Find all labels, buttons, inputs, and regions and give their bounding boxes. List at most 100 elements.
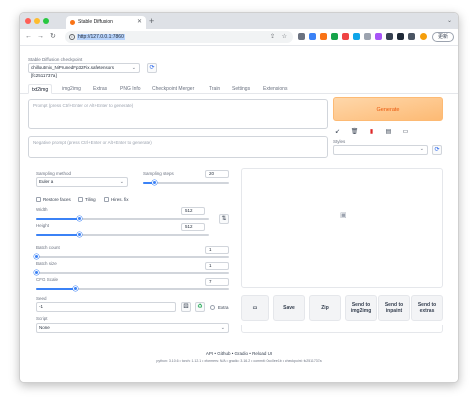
tab-extensions[interactable]: Extensions: [263, 84, 287, 94]
url-text: http://127.0.0.1:7860: [77, 34, 125, 40]
seed-value: -1: [39, 304, 44, 309]
checkpoint-label: Stable Diffusion checkpoint: [28, 57, 83, 62]
checkpoint-select[interactable]: chilloutmix_NiPrunedFp32Fix.safetensors …: [28, 63, 140, 78]
batch-size-slider[interactable]: [34, 270, 229, 275]
tab-img2img[interactable]: img2img: [62, 84, 81, 94]
more-menu-icon[interactable]: ⋮: [456, 32, 458, 40]
hires-fix-label: Hires. fix: [111, 197, 129, 202]
maximize-window-button[interactable]: [43, 18, 49, 24]
arrow-down-left-icon[interactable]: ↙: [333, 128, 342, 137]
batch-count-input[interactable]: 1: [205, 246, 229, 254]
prompt-input[interactable]: Prompt (press Ctrl+Enter or Alt+Enter to…: [28, 99, 328, 129]
trash-icon[interactable]: 🗑: [350, 128, 359, 137]
tab-train[interactable]: Train: [209, 84, 220, 94]
height-label: Height: [36, 223, 50, 228]
slider-knob[interactable]: [34, 270, 39, 275]
save-style-icon[interactable]: ▭: [401, 128, 410, 137]
extensions-puzzle-icon[interactable]: [397, 33, 404, 40]
tab-extras[interactable]: Extras: [93, 84, 107, 94]
sampling-steps-input[interactable]: 20: [205, 170, 229, 178]
chevron-down-icon: ⌄: [419, 146, 424, 152]
cfg-scale-slider[interactable]: [36, 286, 229, 291]
width-slider[interactable]: [36, 216, 209, 221]
site-info-icon[interactable]: i: [69, 34, 75, 40]
forward-icon[interactable]: →: [37, 32, 44, 42]
cfg-scale-input[interactable]: 7: [205, 278, 229, 286]
favicon-icon: [70, 20, 75, 25]
tiling-checkbox[interactable]: [78, 197, 83, 202]
extension-icon[interactable]: [342, 33, 349, 40]
negative-prompt-input[interactable]: Negative prompt (press Ctrl+Enter or Alt…: [28, 136, 328, 158]
seed-input[interactable]: -1: [36, 302, 176, 312]
slider-knob[interactable]: [77, 232, 83, 237]
reuse-seed-recycle-icon[interactable]: ♻: [195, 302, 205, 312]
tab-settings[interactable]: Settings: [232, 84, 250, 94]
sidebar-icon[interactable]: [408, 33, 415, 40]
seed-label: Seed: [36, 296, 47, 301]
bookmark-star-icon[interactable]: ☆: [282, 31, 287, 43]
sampling-method-select[interactable]: Euler a ⌄: [36, 177, 128, 187]
slider-knob[interactable]: [34, 254, 39, 259]
height-input[interactable]: 512: [181, 223, 205, 231]
main-tabs: txt2img img2img Extras PNG Info Checkpoi…: [20, 84, 458, 94]
apply-styles-button[interactable]: ⟳: [432, 145, 442, 155]
extension-icon[interactable]: [375, 33, 382, 40]
zip-button[interactable]: Zip: [309, 295, 341, 321]
extension-icon[interactable]: [353, 33, 360, 40]
generate-button[interactable]: Generate: [333, 97, 443, 121]
script-label: Script: [36, 316, 48, 321]
extension-icon[interactable]: [386, 33, 393, 40]
restore-faces-checkbox[interactable]: [36, 197, 41, 202]
back-icon[interactable]: ←: [25, 32, 32, 42]
chevron-down-icon: ⌄: [131, 65, 136, 71]
tab-list-chevron-icon[interactable]: ⌄: [447, 15, 452, 27]
random-seed-dice-icon[interactable]: ⚄: [181, 302, 191, 312]
styles-select[interactable]: ⌄: [333, 145, 428, 155]
extra-seed-checkbox[interactable]: [210, 305, 215, 310]
tab-title: Stable Diffusion: [78, 19, 113, 25]
browser-tab[interactable]: Stable Diffusion ✕: [66, 16, 146, 29]
slider-knob[interactable]: [77, 216, 83, 221]
batch-count-slider[interactable]: [34, 254, 229, 259]
webui-page: Stable Diffusion checkpoint chilloutmix_…: [20, 46, 458, 382]
extra-label: Extra: [218, 305, 229, 310]
sampling-steps-slider[interactable]: [143, 180, 229, 185]
close-tab-icon[interactable]: ✕: [137, 16, 142, 29]
tab-txt2img[interactable]: txt2img: [28, 84, 53, 94]
update-button[interactable]: 更新: [432, 32, 454, 42]
swap-dimensions-icon[interactable]: ⇅: [219, 214, 229, 224]
extension-icon[interactable]: [364, 33, 371, 40]
height-slider[interactable]: [36, 232, 209, 237]
new-tab-button[interactable]: +: [149, 15, 154, 27]
batch-size-input[interactable]: 1: [205, 262, 229, 270]
send-to-img2img-button[interactable]: Send to img2img: [345, 295, 377, 321]
output-info-panel: [241, 325, 443, 333]
width-input[interactable]: 512: [181, 207, 205, 215]
slider-knob[interactable]: [152, 180, 158, 185]
clipboard-icon[interactable]: ▤: [384, 128, 393, 137]
extension-icon[interactable]: [309, 33, 316, 40]
address-bar[interactable]: i http://127.0.0.1:7860 ⇪ ☆: [65, 31, 293, 43]
tab-png-info[interactable]: PNG Info: [120, 84, 141, 94]
slider-knob[interactable]: [72, 286, 78, 291]
open-folder-button[interactable]: ▭: [241, 295, 269, 321]
minimize-window-button[interactable]: [34, 18, 40, 24]
script-select[interactable]: None ⌄: [36, 323, 229, 333]
hires-fix-checkbox[interactable]: [104, 197, 109, 202]
style-card-icon[interactable]: ▮: [367, 128, 376, 137]
send-to-extras-button[interactable]: Send to extras: [411, 295, 443, 321]
send-to-img2img-label: Send to img2img: [350, 302, 372, 314]
avatar[interactable]: [420, 33, 427, 40]
extension-icon[interactable]: [331, 33, 338, 40]
tab-checkpoint-merger[interactable]: Checkpoint Merger: [152, 84, 194, 94]
close-window-button[interactable]: [25, 18, 31, 24]
refresh-checkpoint-button[interactable]: ⟳: [147, 63, 157, 73]
extension-icon[interactable]: [298, 33, 305, 40]
save-button[interactable]: Save: [273, 295, 305, 321]
extension-icon[interactable]: [320, 33, 327, 40]
reload-icon[interactable]: ↻: [50, 32, 56, 42]
footer-links[interactable]: API • Github • Gradio • Reload UI: [20, 351, 458, 356]
send-to-inpaint-button[interactable]: Send to inpaint: [378, 295, 410, 321]
share-icon[interactable]: ⇪: [270, 31, 275, 43]
slider-fill: [36, 288, 75, 290]
